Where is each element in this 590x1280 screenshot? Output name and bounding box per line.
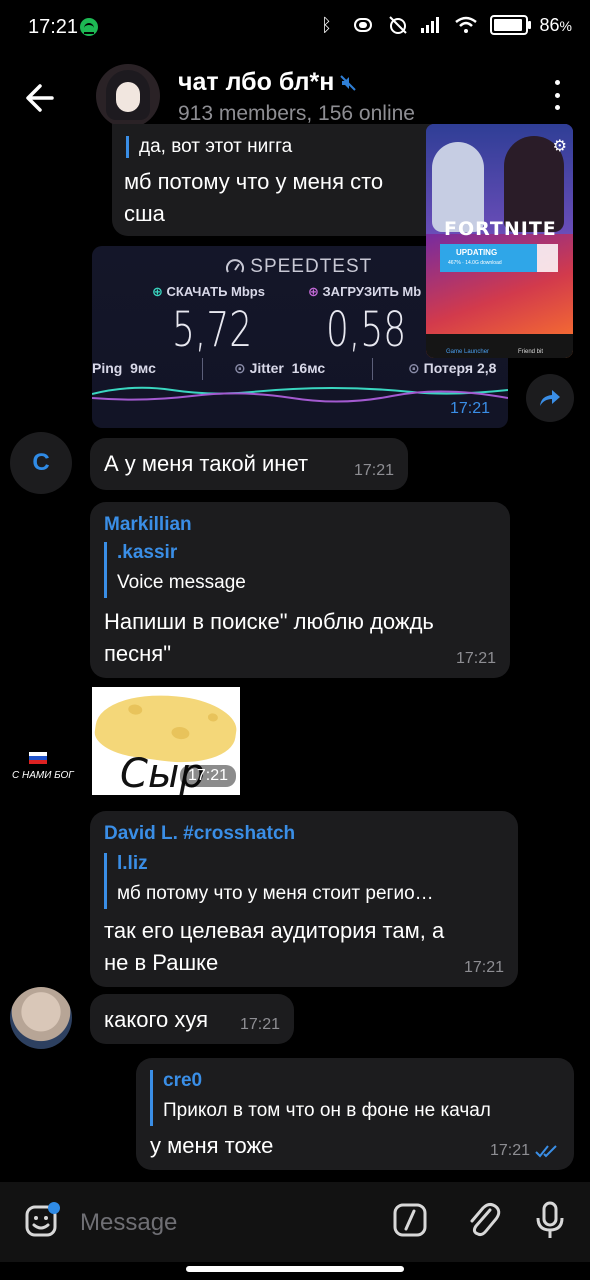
message-text: Напиши в поиске" люблю дождь песня" <box>104 609 434 666</box>
download-value: 5,72 <box>172 302 253 358</box>
reply-name: .kassir <box>117 542 178 563</box>
reply-text: Прикол в том что он в фоне не качал <box>163 1100 491 1121</box>
status-bar: 17:21 ᛒ 86% <box>0 0 590 56</box>
status-time: 17:21 <box>28 16 79 38</box>
group-avatar[interactable] <box>96 64 160 128</box>
message-time: 17:21 <box>239 1016 280 1033</box>
message-text: мб потому что у меня сто сша <box>124 166 383 230</box>
reply-quote[interactable]: .kassir Voice message <box>104 542 246 598</box>
stat-divider <box>372 358 373 380</box>
jitter-stat: ⊙ Jitter 16мс <box>234 360 326 376</box>
menu-dots-icon[interactable] <box>552 80 562 110</box>
own-message-bubble[interactable]: cre0 Прикол в том что он в фоне не качал… <box>136 1058 574 1170</box>
avatar[interactable]: С НАМИ БОГ <box>12 752 74 792</box>
reply-text: мб потому что у меня стоит регио… <box>117 883 434 904</box>
avatar-caption: С НАМИ БОГ <box>12 770 74 781</box>
overlay-nav: Game Launcher Friend bit <box>426 334 573 358</box>
flag-icon <box>29 752 47 764</box>
speed-graph <box>92 386 508 403</box>
message-bubble[interactable]: Markillian .kassir Voice message Напиши … <box>90 502 510 678</box>
fortnite-pip-overlay[interactable]: ⚙ FORTNITE UPDATING 467% · 14.0G downloa… <box>426 124 573 358</box>
back-arrow-icon[interactable] <box>22 80 62 116</box>
message-bubble[interactable]: David L. #crosshatch l.liz мб потому что… <box>90 811 518 987</box>
reply-quote: да, вот этот нигга <box>126 136 292 158</box>
status-icons: ᛒ 86% <box>316 14 572 36</box>
message-bubble[interactable]: какого хуя 17:21 <box>90 994 294 1044</box>
speedtest-logo: SPEEDTEST <box>226 256 372 278</box>
spotify-icon <box>80 18 98 36</box>
telegram-chat-screen: 17:21 ᛒ 86% чат лбо бл*н 913 members, 15… <box>0 0 590 1280</box>
ping-stat: Ping 9мс <box>92 360 156 376</box>
chat-subtitle: 913 members, 156 online <box>178 102 415 125</box>
avatar[interactable]: C <box>10 432 72 494</box>
message-input-bar <box>0 1182 590 1262</box>
reply-text: да, вот этот нигга <box>139 136 293 157</box>
cheese-sticker[interactable]: Сыр 17:21 <box>92 687 240 795</box>
message-input[interactable] <box>78 1204 372 1242</box>
overlay-nav-friends[interactable]: Friend bit <box>518 349 543 355</box>
avatar[interactable] <box>10 987 72 1049</box>
reply-name: l.liz <box>117 853 148 874</box>
message-time: 17:21 <box>179 765 236 787</box>
mute-icon <box>340 74 357 91</box>
message-text: какого хуя <box>104 1007 209 1032</box>
reply-quote[interactable]: l.liz мб потому что у меня стоит регио… <box>104 853 509 909</box>
message-time: 17:21 <box>449 400 490 417</box>
reply-text: Voice message <box>117 572 246 593</box>
reply-name: cre0 <box>163 1070 203 1091</box>
message-text: у меня тоже <box>150 1133 274 1158</box>
chat-title[interactable]: чат лбо бл*н <box>178 68 357 97</box>
upload-value: 0,58 <box>326 302 407 358</box>
chat-title-text: чат лбо бл*н <box>178 68 335 96</box>
battery-level: 86% <box>539 14 572 35</box>
alarm-off-icon <box>388 16 407 34</box>
speedtest-gauge-icon <box>226 259 244 273</box>
message-text: А у меня такой инет <box>104 451 309 476</box>
reply-quote[interactable]: cre0 Прикол в том что он в фоне не качал <box>150 1070 491 1126</box>
home-indicator[interactable] <box>186 1266 404 1272</box>
message-text-line: сша <box>124 201 165 226</box>
command-icon[interactable] <box>392 1202 428 1238</box>
sender-name[interactable]: Markillian <box>104 514 192 536</box>
attach-icon[interactable] <box>464 1200 502 1240</box>
vibrate-icon <box>353 18 372 32</box>
message-bubble-partial[interactable]: да, вот этот нигга мб потому что у меня … <box>112 124 452 236</box>
mic-icon[interactable] <box>534 1200 566 1240</box>
gear-icon[interactable]: ⚙ <box>553 136 567 156</box>
share-icon <box>540 390 560 406</box>
message-time: 17:21 <box>455 650 496 667</box>
message-time: 17:21 <box>490 1142 560 1160</box>
message-text: так его целевая аудитория там, а не в Ра… <box>104 918 445 975</box>
bluetooth-icon: ᛒ <box>321 15 332 35</box>
message-bubble[interactable]: А у меня такой инет 17:21 <box>90 438 408 490</box>
message-time: 17:21 <box>463 959 504 976</box>
stat-divider <box>202 358 203 380</box>
update-progress-text: 467% · 14.0G download <box>448 260 502 266</box>
signal-icon <box>420 17 439 33</box>
message-time: 17:21 <box>353 462 394 479</box>
share-button[interactable] <box>526 374 574 422</box>
loss-stat: ⊙ Потеря 2,8 <box>408 360 497 376</box>
sender-name[interactable]: David L. #crosshatch <box>104 823 295 845</box>
download-label: ⊕ СКАЧАТЬ Mbps <box>152 284 265 299</box>
wifi-icon <box>454 16 477 33</box>
message-text-line: мб потому что у меня сто <box>124 169 384 194</box>
overlay-nav-launcher[interactable]: Game Launcher <box>446 349 489 355</box>
emoji-icon[interactable] <box>24 1202 60 1238</box>
update-status: UPDATING <box>456 248 498 257</box>
overlay-title: FORTNITE <box>444 218 557 240</box>
battery-icon <box>489 15 531 35</box>
speedtest-logo-text: SPEEDTEST <box>250 256 373 277</box>
upload-label: ⊕ ЗАГРУЗИТЬ Mb <box>308 284 422 299</box>
read-check-icon <box>535 1145 557 1158</box>
